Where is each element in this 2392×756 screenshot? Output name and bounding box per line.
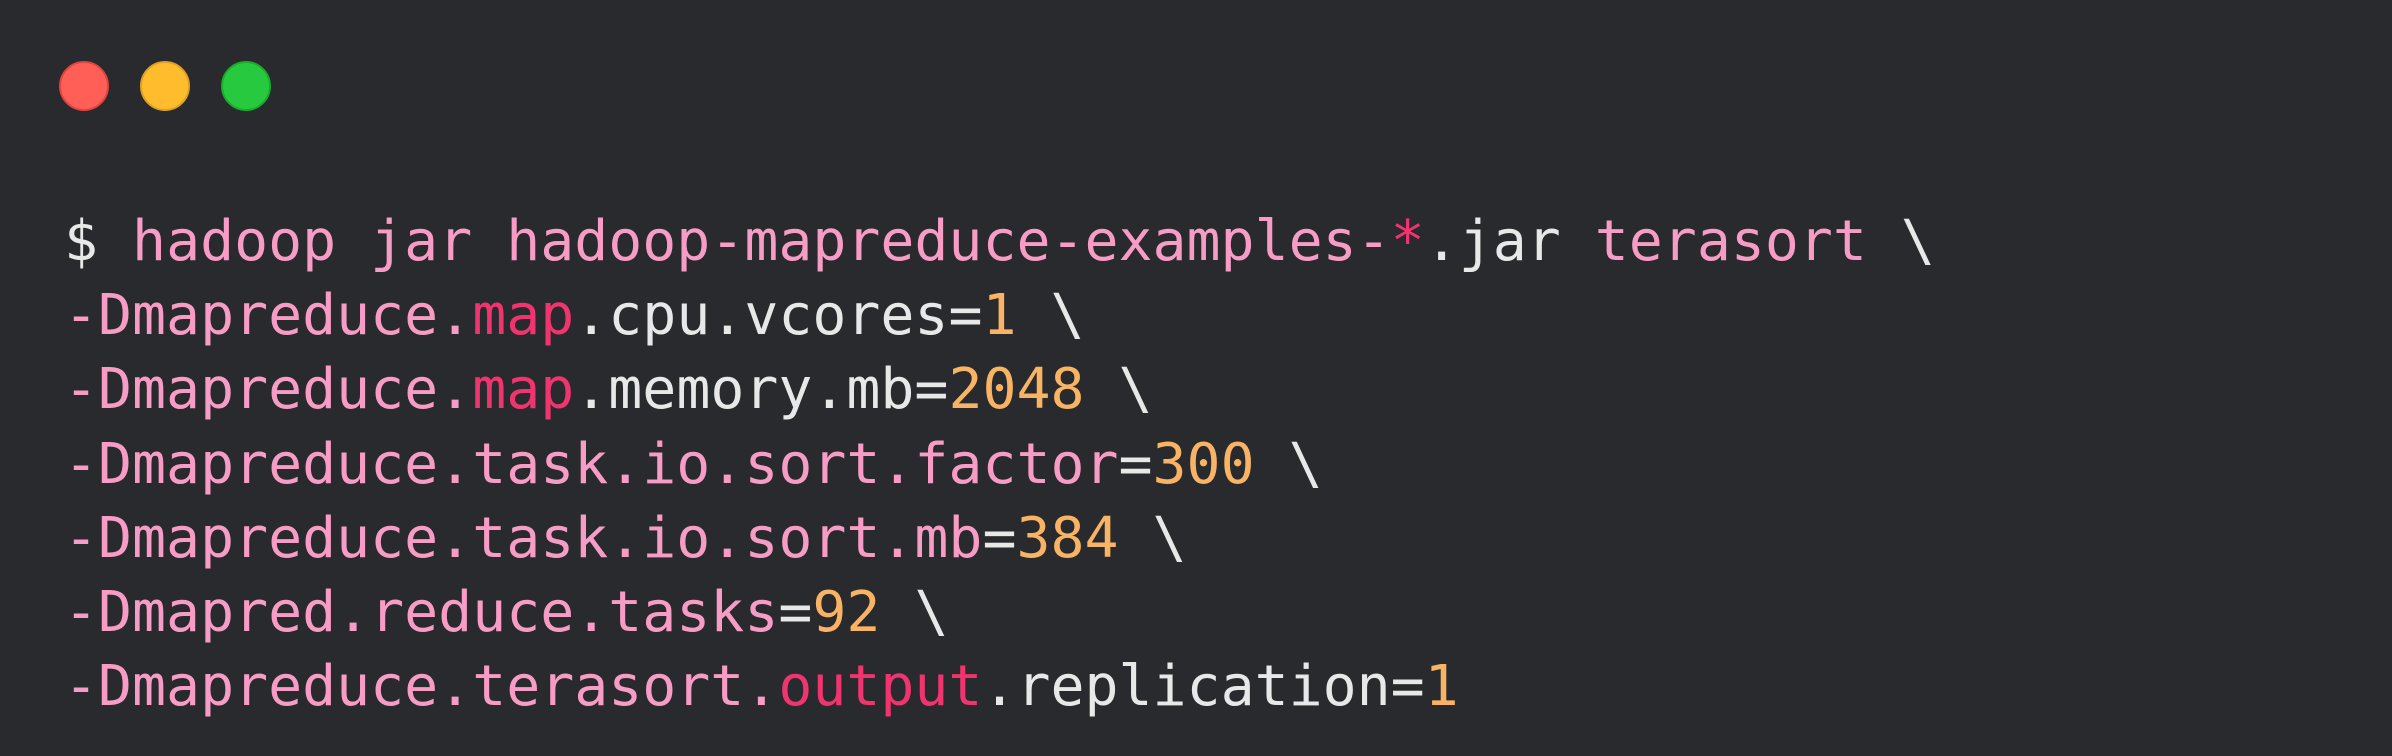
code-token-number: 384 — [1016, 505, 1119, 571]
code-line: -Dmapreduce.task.io.sort.factor=300 \ — [64, 428, 1935, 502]
code-line: -Dmapreduce.task.io.sort.mb=384 \ — [64, 502, 1935, 576]
code-token-string: -Dmapreduce.terasort. — [64, 654, 779, 720]
code-token-keyword: * — [1390, 209, 1425, 274]
code-line: -Dmapreduce.map.memory.mb=2048 \ — [64, 353, 1935, 427]
close-window-button[interactable] — [59, 61, 109, 111]
code-token-string: terasort — [1594, 209, 1867, 274]
code-token-keyword: map — [472, 357, 575, 423]
code-token-text: = — [778, 579, 813, 645]
code-token-text: .replication= — [982, 654, 1425, 720]
window-controls — [59, 61, 271, 111]
code-token-text: = — [982, 505, 1017, 571]
code-token-number: 300 — [1152, 431, 1255, 497]
code-token-number: 92 — [812, 579, 881, 645]
terminal-window: $ hadoop jar hadoop-mapreduce-examples-*… — [0, 0, 2392, 756]
minimize-window-button[interactable] — [140, 61, 190, 111]
code-token-text: \ — [1866, 209, 1935, 274]
code-token-number: 2048 — [948, 357, 1085, 423]
code-token-text: \ — [880, 579, 949, 645]
code-token-text: \ — [1084, 357, 1153, 423]
code-token-string: -Dmapreduce.task.io.sort.factor — [64, 431, 1119, 497]
code-token-string: -Dmapred.reduce.tasks — [64, 579, 779, 645]
code-token-keyword: output — [778, 654, 983, 720]
code-line: -Dmapreduce.map.cpu.vcores=1 \ — [64, 279, 1935, 353]
code-token-string: -Dmapreduce.task.io.sort.mb — [64, 505, 983, 571]
code-token-text: $ — [64, 209, 133, 274]
code-block: $ hadoop jar hadoop-mapreduce-examples-*… — [64, 205, 1935, 724]
code-token-number: 1 — [1424, 654, 1459, 720]
code-token-number: 1 — [982, 283, 1017, 349]
code-line: -Dmapred.reduce.tasks=92 \ — [64, 576, 1935, 650]
code-token-string: -Dmapreduce. — [64, 283, 473, 349]
code-token-string: -Dmapreduce. — [64, 357, 473, 423]
code-token-text: \ — [1118, 505, 1187, 571]
code-token-keyword: map — [472, 283, 575, 349]
code-line: -Dmapreduce.terasort.output.replication=… — [64, 650, 1935, 724]
code-token-text: = — [1118, 431, 1153, 497]
code-token-text: .cpu.vcores= — [574, 283, 983, 349]
code-line: $ hadoop jar hadoop-mapreduce-examples-*… — [64, 205, 1935, 279]
code-token-text: \ — [1254, 431, 1323, 497]
code-token-string: hadoop jar hadoop-mapreduce-examples- — [132, 209, 1391, 274]
zoom-window-button[interactable] — [221, 61, 271, 111]
code-token-text: .memory.mb= — [574, 357, 949, 423]
code-token-text: \ — [1016, 283, 1085, 349]
code-token-text: .jar — [1424, 209, 1595, 274]
